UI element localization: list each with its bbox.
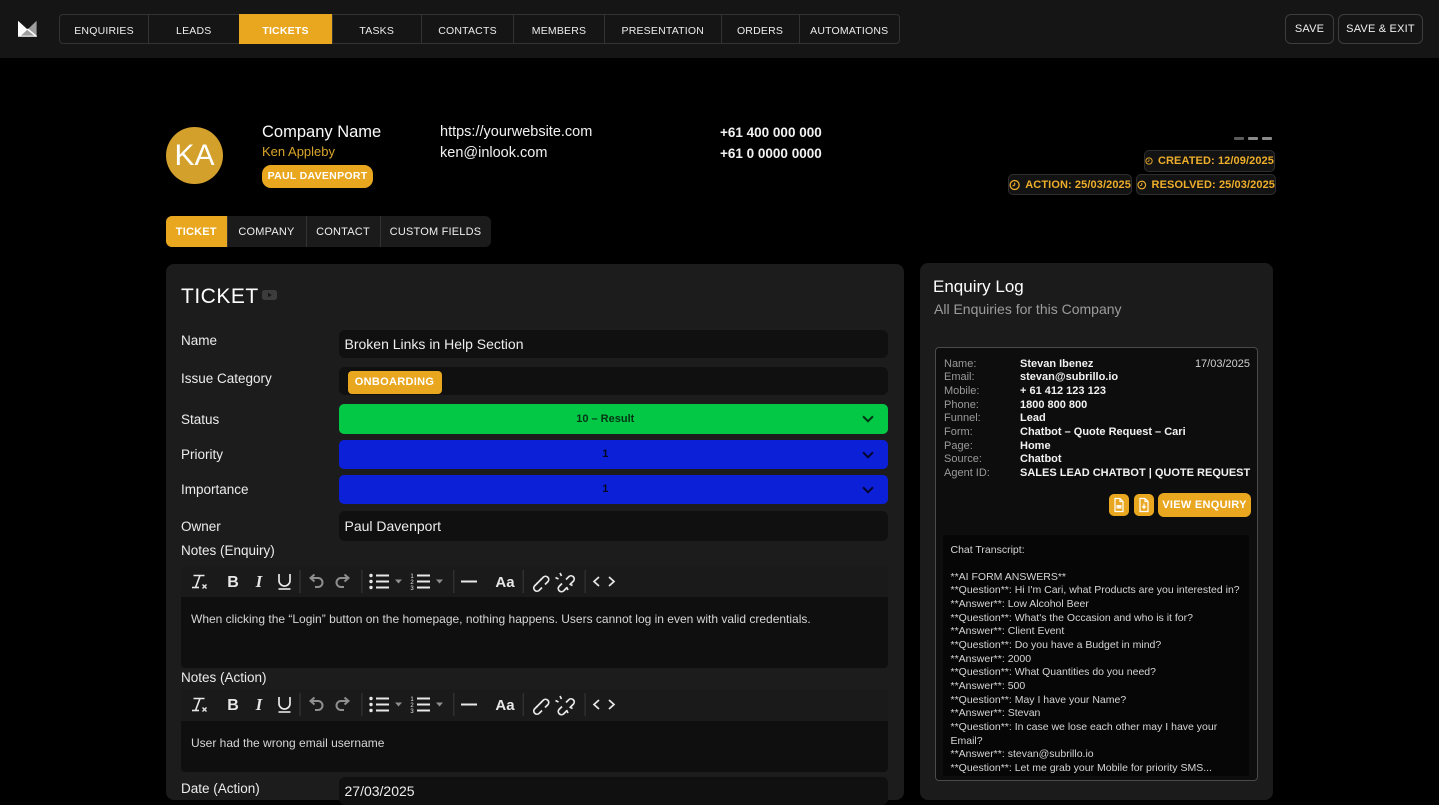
svg-text:B: B — [227, 697, 239, 714]
svg-text:3: 3 — [410, 586, 414, 592]
svg-text:3: 3 — [410, 709, 414, 715]
svg-text:B: B — [227, 574, 239, 591]
svg-text:I: I — [255, 695, 263, 714]
svg-text:Aa: Aa — [495, 697, 515, 714]
svg-text:I: I — [255, 572, 263, 591]
svg-text:Aa: Aa — [495, 574, 515, 591]
